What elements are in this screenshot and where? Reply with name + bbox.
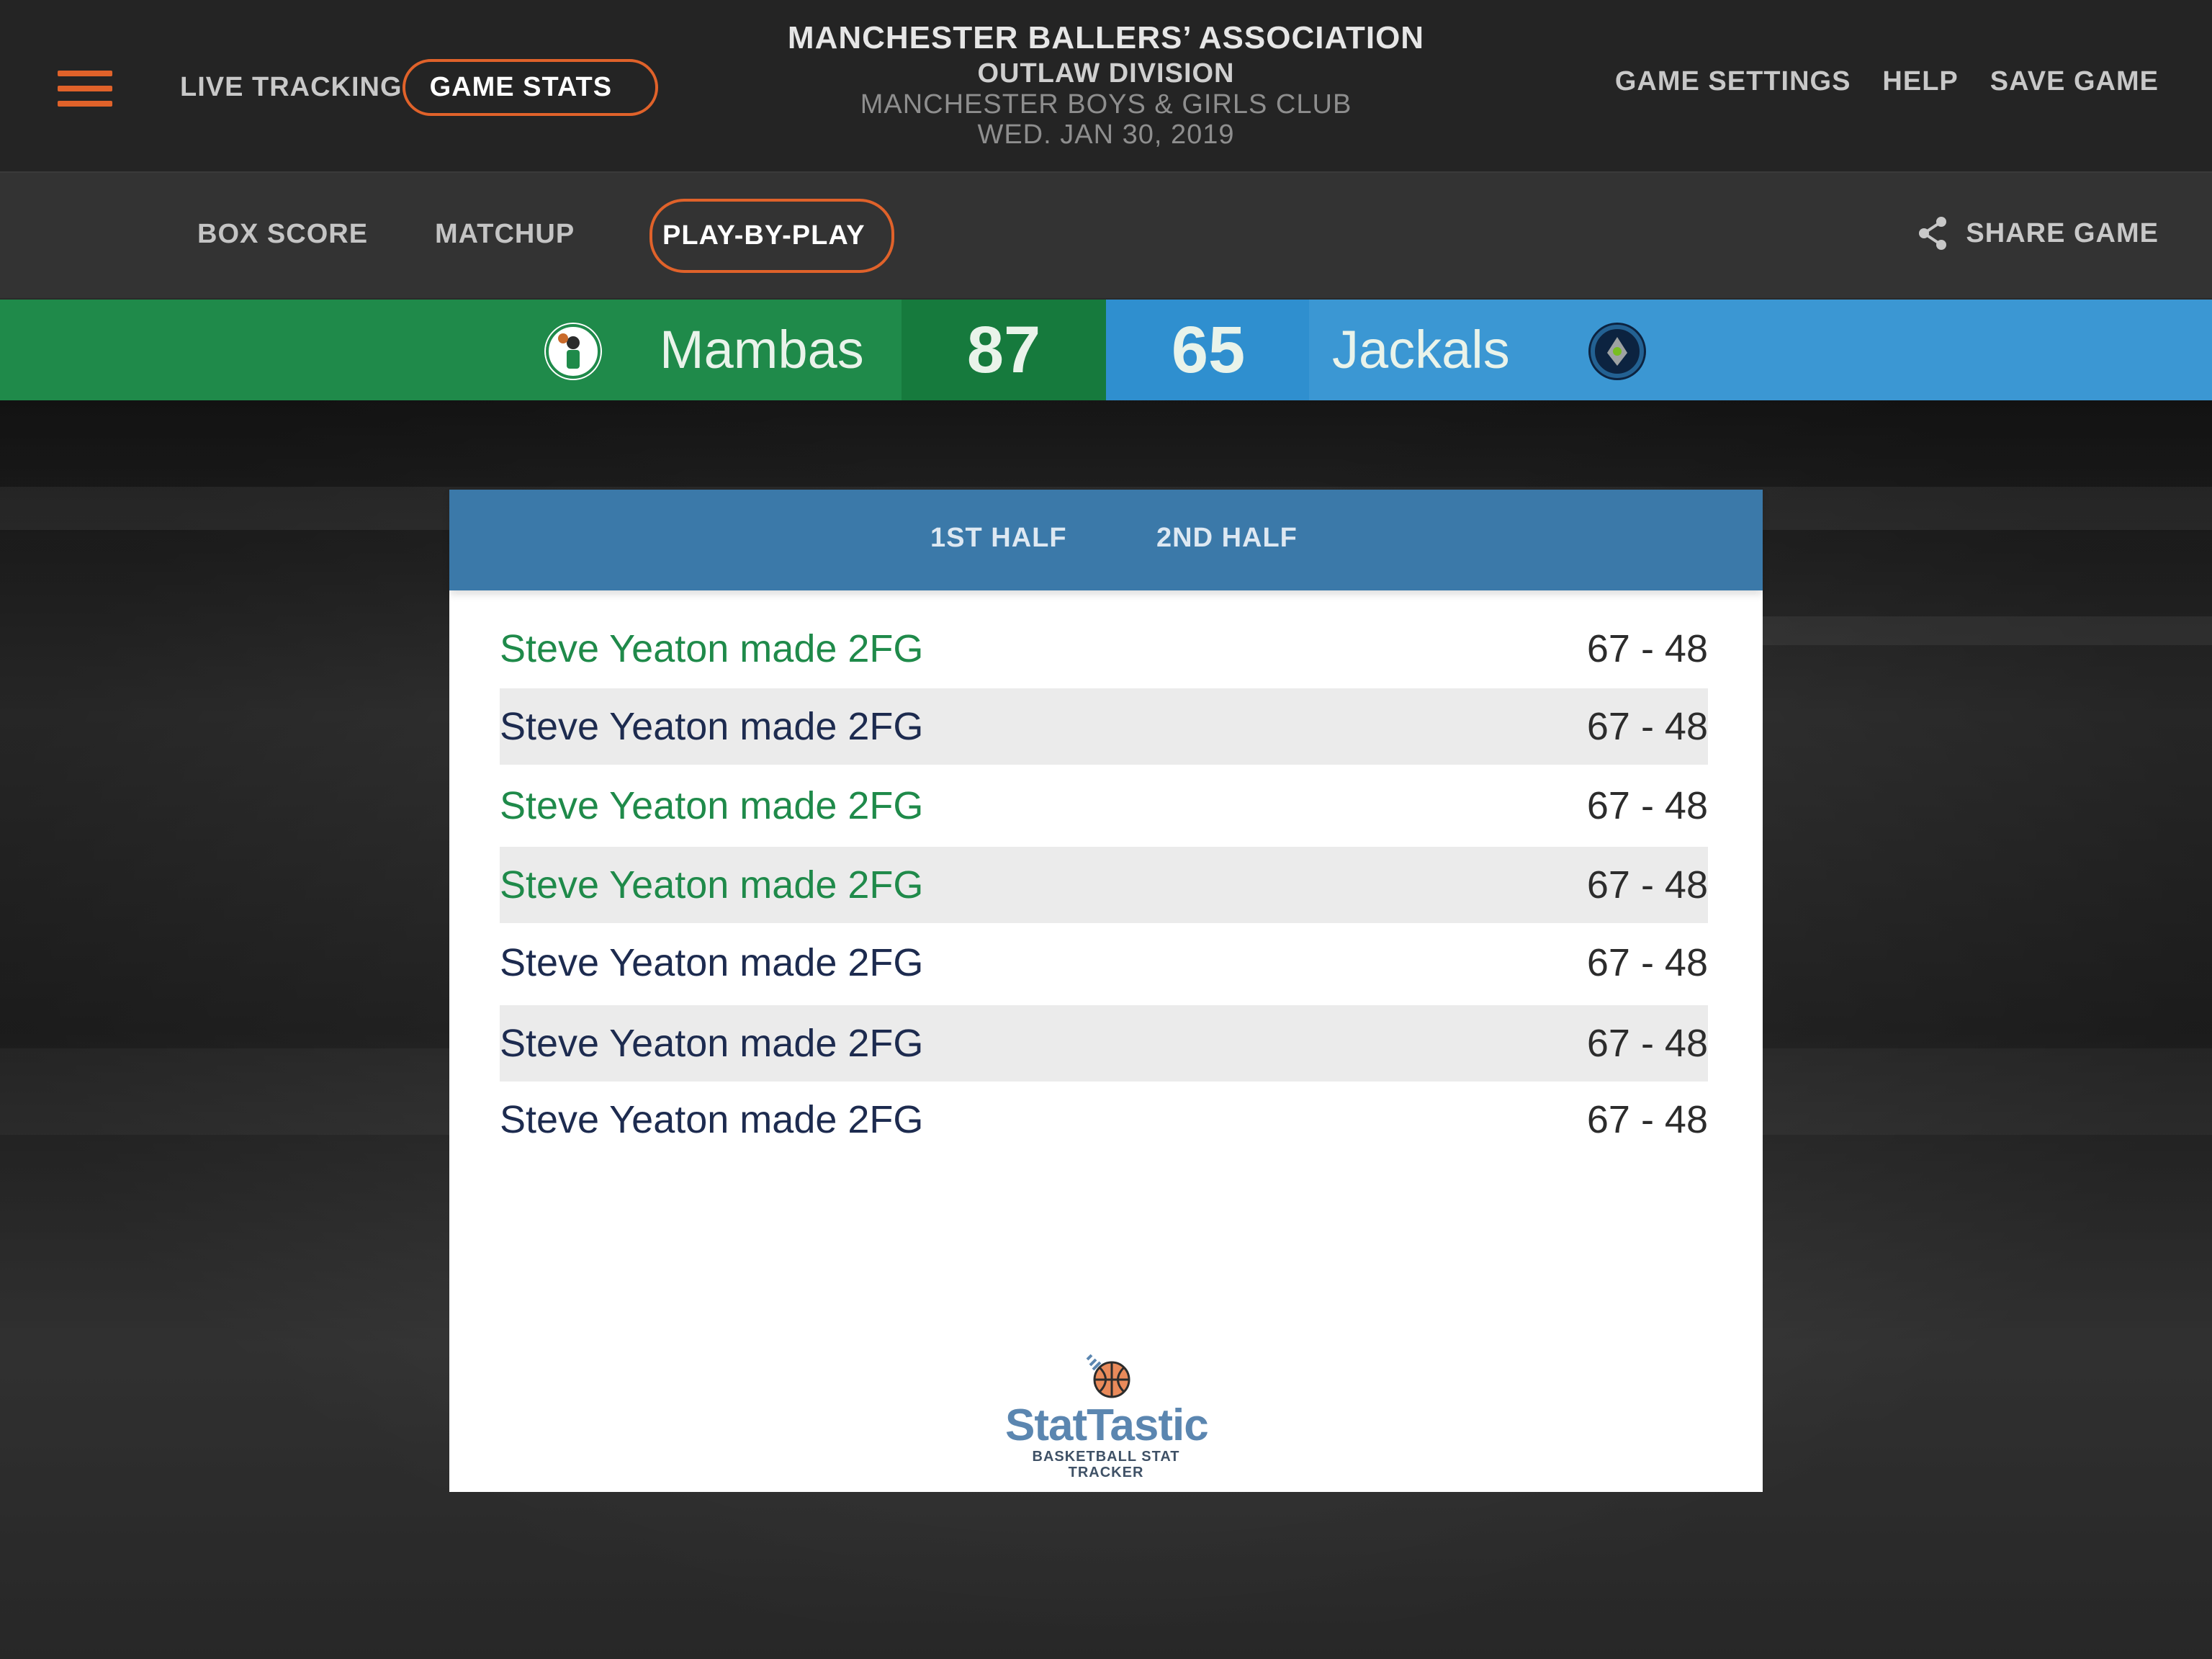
- secondary-nav: GAME SETTINGS HELP SAVE GAME: [1615, 66, 2159, 97]
- share-icon: [1919, 217, 1947, 250]
- basketball-icon: [1086, 1354, 1130, 1398]
- play-description: Steve Yeaton made 2FG: [500, 1022, 924, 1065]
- play-description: Steve Yeaton made 2FG: [500, 1098, 924, 1141]
- tab-play-by-play[interactable]: PLAY-BY-PLAY: [649, 199, 894, 273]
- stattastic-logo: StatTastic BASKETBALL STAT TRACKER: [1005, 1344, 1209, 1480]
- share-game-label: SHARE GAME: [1966, 217, 2159, 248]
- tab-second-half[interactable]: 2ND HALF: [1156, 523, 1298, 554]
- play-row[interactable]: Steve Yeaton made 2FG 67 - 48: [500, 1005, 1708, 1082]
- home-team-score: 87: [966, 313, 1041, 387]
- play-row[interactable]: Steve Yeaton made 2FG 67 - 48: [500, 611, 1708, 687]
- away-team-score: 65: [1171, 313, 1246, 387]
- play-score: 67 - 48: [1586, 1098, 1708, 1141]
- play-row[interactable]: Steve Yeaton made 2FG 67 - 48: [500, 688, 1708, 765]
- brand-name: StatTastic: [1005, 1401, 1209, 1450]
- top-bar: LIVE TRACKING GAME STATS MANCHESTER BALL…: [0, 0, 2212, 173]
- game-settings-link[interactable]: GAME SETTINGS: [1615, 66, 1851, 97]
- tab-box-score[interactable]: BOX SCORE: [197, 219, 368, 250]
- tab-matchup[interactable]: MATCHUP: [435, 219, 575, 250]
- play-row[interactable]: Steve Yeaton made 2FG 67 - 48: [500, 768, 1708, 844]
- play-score: 67 - 48: [1586, 1022, 1708, 1065]
- play-description: Steve Yeaton made 2FG: [500, 705, 924, 748]
- play-score: 67 - 48: [1586, 627, 1708, 670]
- play-description: Steve Yeaton made 2FG: [500, 941, 924, 984]
- home-team-name: Mambas: [660, 320, 864, 379]
- play-row[interactable]: Steve Yeaton made 2FG 67 - 48: [500, 1082, 1708, 1158]
- live-tracking-link[interactable]: LIVE TRACKING: [180, 72, 403, 103]
- share-game-button[interactable]: SHARE GAME: [1917, 216, 2159, 251]
- half-selector: 1ST HALF 2ND HALF: [449, 490, 1763, 590]
- play-score: 67 - 48: [1586, 863, 1708, 907]
- team-logo-home: [544, 323, 602, 380]
- play-row[interactable]: Steve Yeaton made 2FG 67 - 48: [500, 847, 1708, 923]
- help-link[interactable]: HELP: [1882, 66, 1958, 97]
- game-stats-tab[interactable]: GAME STATS: [402, 58, 659, 116]
- tab-first-half[interactable]: 1ST HALF: [930, 523, 1067, 554]
- play-score: 67 - 48: [1586, 941, 1708, 984]
- brand-tagline: BASKETBALL STAT TRACKER: [1032, 1449, 1180, 1480]
- play-description: Steve Yeaton made 2FG: [500, 863, 924, 907]
- league-title: MANCHESTER BALLERS’ ASSOCIATION: [787, 20, 1425, 55]
- venue-name: MANCHESTER BOYS & GIRLS CLUB: [860, 89, 1352, 120]
- play-description: Steve Yeaton made 2FG: [500, 784, 924, 827]
- bg-stripe: [1728, 616, 2212, 645]
- game-date: WED. JAN 30, 2019: [977, 120, 1235, 150]
- stats-subnav: BOX SCORE MATCHUP PLAY-BY-PLAY SHARE GAM…: [0, 173, 2212, 300]
- hamburger-menu-icon[interactable]: [58, 71, 112, 107]
- team-logo-away: [1588, 323, 1646, 380]
- play-score: 67 - 48: [1586, 784, 1708, 827]
- play-row[interactable]: Steve Yeaton made 2FG 67 - 48: [500, 925, 1708, 1001]
- away-team-name: Jackals: [1332, 320, 1510, 379]
- division-title: OUTLAW DIVISION: [977, 58, 1235, 89]
- game-header: MANCHESTER BALLERS’ ASSOCIATION OUTLAW D…: [746, 19, 1466, 150]
- play-score: 67 - 48: [1586, 705, 1708, 748]
- scoreboard: Mambas 87 65 Jackals: [0, 300, 2212, 400]
- primary-nav: LIVE TRACKING GAME STATS: [180, 55, 659, 120]
- save-game-button[interactable]: SAVE GAME: [1990, 66, 2159, 97]
- play-description: Steve Yeaton made 2FG: [500, 627, 924, 670]
